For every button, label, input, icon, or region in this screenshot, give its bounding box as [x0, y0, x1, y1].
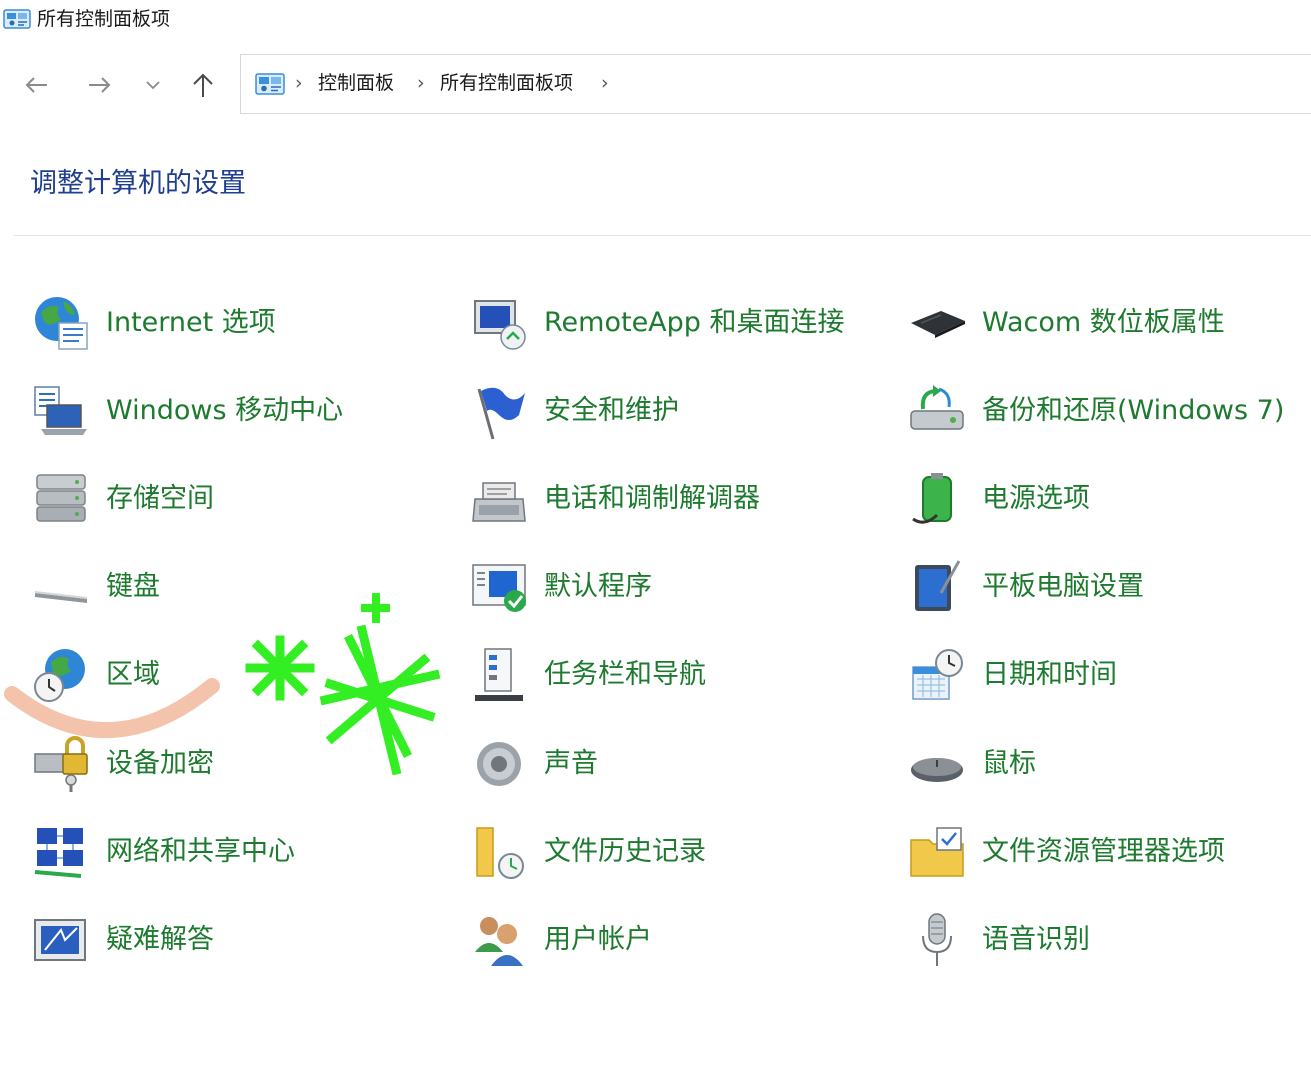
- item-label: 安全和维护: [544, 395, 679, 426]
- control-panel-icon: [3, 9, 31, 29]
- troubleshoot-monitor-icon: [30, 909, 92, 971]
- item-label: 任务栏和导航: [544, 659, 706, 690]
- back-button[interactable]: [19, 68, 53, 102]
- battery-plug-icon: [906, 468, 968, 530]
- item-label: 存储空间: [106, 483, 214, 514]
- users-icon: [468, 909, 530, 971]
- up-button[interactable]: [186, 68, 220, 102]
- item-label: 设备加密: [106, 748, 214, 779]
- item-label: RemoteApp 和桌面连接: [544, 307, 845, 338]
- item-label: 网络和共享中心: [106, 836, 295, 867]
- item-label: 鼠标: [982, 748, 1036, 779]
- title-bar: 所有控制面板项: [0, 0, 1311, 40]
- item-troubleshooting[interactable]: 疑难解答: [30, 908, 214, 972]
- remote-desktop-icon: [468, 292, 530, 354]
- folder-check-icon: [906, 821, 968, 883]
- item-label: 日期和时间: [982, 659, 1117, 690]
- item-file-explorer-options[interactable]: 文件资源管理器选项: [906, 820, 1225, 884]
- item-wacom-tablet-properties[interactable]: Wacom 数位板属性: [906, 291, 1225, 355]
- page-title: 调整计算机的设置: [30, 168, 246, 199]
- item-date-time[interactable]: 日期和时间: [906, 643, 1117, 707]
- arrow-right-icon: [89, 77, 111, 93]
- item-label: 电源选项: [982, 483, 1090, 514]
- tablet-pen-icon: [906, 556, 968, 618]
- item-label: 语音识别: [982, 924, 1090, 955]
- recent-locations-button[interactable]: [136, 68, 170, 102]
- tiny-green-sparkle: [361, 593, 390, 623]
- item-label: 键盘: [106, 571, 160, 602]
- item-label: Internet 选项: [106, 307, 276, 338]
- globe-settings-icon: [30, 292, 92, 354]
- item-security-maintenance[interactable]: 安全和维护: [468, 379, 679, 443]
- address-bar[interactable]: › 控制面板 › 所有控制面板项 ›: [240, 54, 1311, 114]
- breadcrumb-all-items[interactable]: 所有控制面板项: [440, 71, 573, 95]
- pen-tablet-icon: [906, 292, 968, 354]
- item-label: 平板电脑设置: [982, 571, 1144, 602]
- window-title: 所有控制面板项: [37, 8, 171, 30]
- chevron-down-icon: [146, 81, 160, 90]
- breadcrumb-separator[interactable]: ›: [601, 71, 609, 95]
- item-label: 文件历史记录: [544, 836, 706, 867]
- item-backup-restore[interactable]: 备份和还原(Windows 7): [906, 379, 1284, 443]
- item-label: Wacom 数位板属性: [982, 307, 1225, 338]
- fax-phone-icon: [468, 468, 530, 530]
- item-sound[interactable]: 声音: [468, 732, 598, 796]
- calendar-clock-icon: [906, 644, 968, 706]
- item-windows-mobility-center[interactable]: Windows 移动中心: [30, 379, 343, 443]
- default-programs-icon: [468, 556, 530, 618]
- item-power-options[interactable]: 电源选项: [906, 467, 1090, 531]
- keyboard-icon: [30, 556, 92, 618]
- item-user-accounts[interactable]: 用户帐户: [468, 908, 652, 972]
- control-panel-icon: [255, 73, 285, 95]
- item-label: Windows 移动中心: [106, 395, 344, 426]
- forward-button[interactable]: [83, 68, 117, 102]
- mouse-icon: [906, 733, 968, 795]
- flag-icon: [468, 380, 530, 442]
- item-label: 用户帐户: [544, 924, 652, 955]
- item-tablet-pc-settings[interactable]: 平板电脑设置: [906, 555, 1144, 619]
- microphone-icon: [906, 909, 968, 971]
- item-remoteapp[interactable]: RemoteApp 和桌面连接: [468, 291, 845, 355]
- large-green-sparkle: [319, 624, 441, 776]
- item-keyboard[interactable]: 键盘: [30, 555, 160, 619]
- item-label: 声音: [544, 748, 598, 779]
- breadcrumb-control-panel[interactable]: 控制面板: [318, 71, 394, 95]
- item-file-history[interactable]: 文件历史记录: [468, 820, 706, 884]
- folder-history-icon: [468, 821, 530, 883]
- item-label: 疑难解答: [106, 924, 214, 955]
- item-network-sharing-center[interactable]: 网络和共享中心: [30, 820, 295, 884]
- item-label: 默认程序: [544, 571, 652, 602]
- item-mouse[interactable]: 鼠标: [906, 732, 1036, 796]
- storage-stack-icon: [30, 468, 92, 530]
- item-taskbar-navigation[interactable]: 任务栏和导航: [468, 643, 706, 707]
- arrow-left-icon: [25, 77, 47, 93]
- control-panel-window: 所有控制面板项 › 控制面板 › 所有控制面板项 › 调整计算机的设置 Inte…: [0, 0, 1311, 1080]
- item-label: 文件资源管理器选项: [982, 836, 1225, 867]
- lock-keys-icon: [30, 733, 92, 795]
- item-phone-modem[interactable]: 电话和调制解调器: [468, 467, 760, 531]
- item-internet-options[interactable]: Internet 选项: [30, 291, 276, 355]
- item-label: 电话和调制解调器: [544, 483, 760, 514]
- breadcrumb-separator[interactable]: ›: [295, 71, 303, 95]
- item-region[interactable]: 区域: [30, 643, 160, 707]
- backup-drive-icon: [906, 380, 968, 442]
- item-storage-spaces[interactable]: 存储空间: [30, 467, 214, 531]
- item-device-encryption[interactable]: 设备加密: [30, 732, 214, 796]
- item-default-programs[interactable]: 默认程序: [468, 555, 652, 619]
- divider: [14, 235, 1311, 236]
- breadcrumb-separator[interactable]: ›: [417, 71, 425, 95]
- laptop-checklist-icon: [30, 380, 92, 442]
- item-label: 备份和还原(Windows 7): [982, 395, 1285, 426]
- item-speech-recognition[interactable]: 语音识别: [906, 908, 1090, 972]
- network-icon: [30, 821, 92, 883]
- item-label: 区域: [106, 659, 160, 690]
- globe-clock-icon: [30, 644, 92, 706]
- arrow-up-icon: [193, 73, 213, 97]
- taskbar-icon: [468, 644, 530, 706]
- small-green-sparkle: [245, 635, 315, 701]
- speaker-icon: [468, 733, 530, 795]
